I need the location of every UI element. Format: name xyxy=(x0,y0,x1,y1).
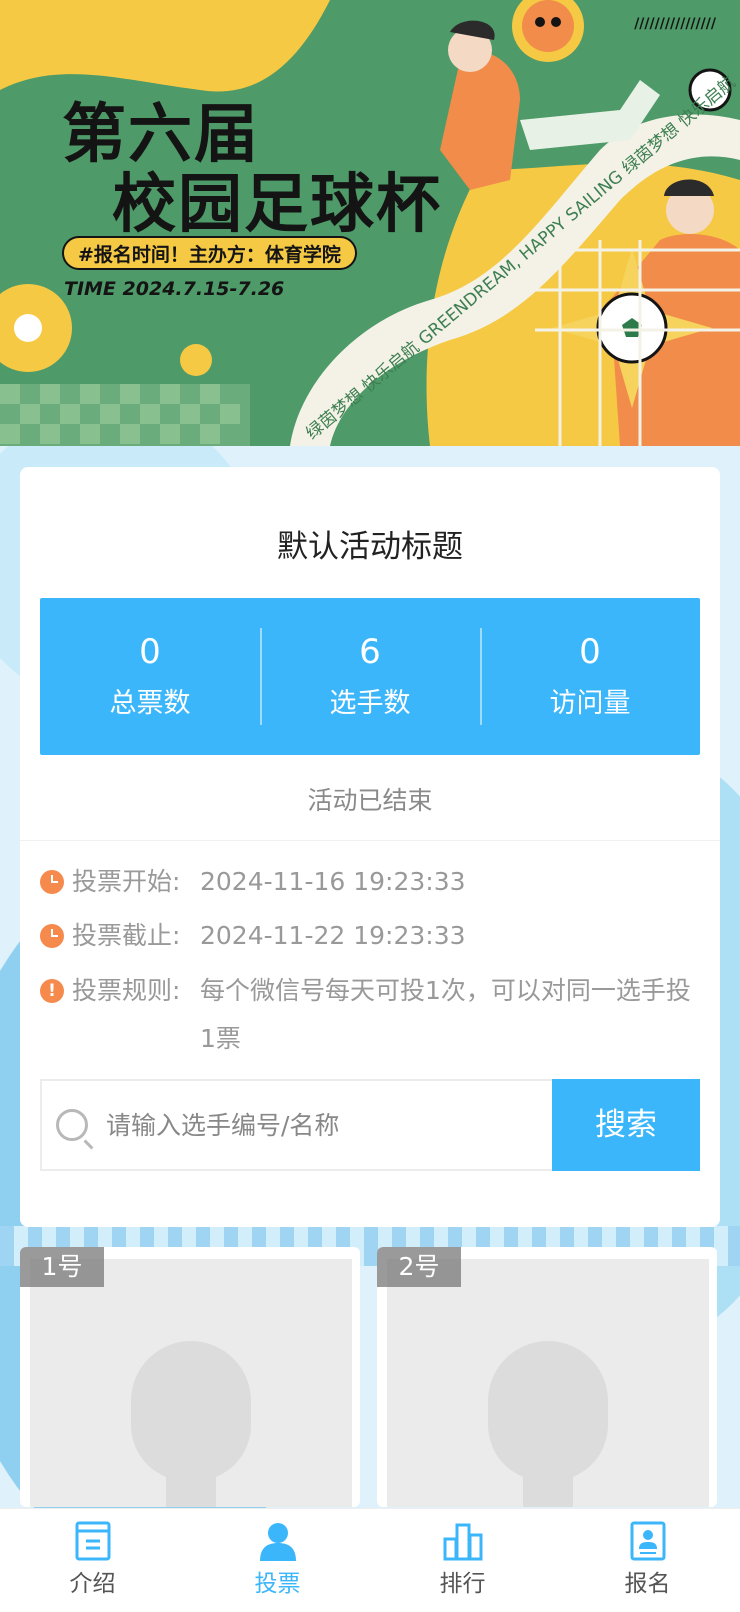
avatar-neck xyxy=(166,1459,216,1507)
banner-tag: #报名时间！主办方：体育学院 xyxy=(62,236,357,270)
activity-title: 默认活动标题 xyxy=(277,529,463,565)
vote-start-label: 投票开始: xyxy=(72,867,181,896)
ranking-icon xyxy=(443,1523,482,1561)
banner-title-line2: 校园足球杯 xyxy=(112,168,442,242)
avatar-neck xyxy=(523,1459,573,1507)
tab-signup[interactable]: 报名 xyxy=(555,1509,740,1612)
search-input[interactable] xyxy=(106,1081,536,1169)
search-icon xyxy=(56,1109,88,1141)
activity-status: 活动已结束 xyxy=(307,786,433,815)
stat-contestants: 6 选手数 xyxy=(260,598,480,755)
vote-end-label: 投票截止: xyxy=(72,921,181,950)
signup-icon xyxy=(630,1521,665,1561)
tab-label: 介绍 xyxy=(69,1571,116,1597)
contestant-photo-placeholder xyxy=(30,1259,352,1507)
banner-stripes: //////////////// xyxy=(634,16,716,32)
contestant-photo-placeholder xyxy=(387,1259,709,1507)
vote-end-value: 2024-11-22 19:23:33 xyxy=(200,921,466,950)
vote-start-row: 投票开始: 2024-11-16 19:23:33 xyxy=(40,858,700,906)
user-icon xyxy=(259,1523,296,1561)
contestant-card[interactable]: 1号 xyxy=(20,1247,360,1507)
contestant-card[interactable]: 2号 xyxy=(377,1247,717,1507)
search-bar: 搜索 xyxy=(40,1079,700,1171)
bottom-tab-bar: 介绍 投票 排行 报名 xyxy=(0,1508,740,1612)
stat-value: 0 xyxy=(139,632,161,672)
activity-card: 默认活动标题 0 总票数 6 选手数 0 访问量 活动已结束 投票开始: 202… xyxy=(20,467,720,1227)
divider xyxy=(20,840,720,841)
clock-icon xyxy=(40,924,64,948)
tab-label: 排行 xyxy=(439,1571,486,1597)
stat-label: 访问量 xyxy=(549,688,631,719)
stat-label: 选手数 xyxy=(329,688,411,719)
tab-label: 投票 xyxy=(254,1571,301,1597)
vote-start-value: 2024-11-16 19:23:33 xyxy=(200,867,466,896)
vote-rules-row: ! 投票规则: 每个微信号每天可投1次，可以对同一选手投1票 xyxy=(40,967,700,1063)
search-button[interactable]: 搜索 xyxy=(552,1079,700,1171)
vote-rules-value: 每个微信号每天可投1次，可以对同一选手投1票 xyxy=(200,976,691,1053)
stat-total-votes: 0 总票数 xyxy=(40,598,260,755)
banner-time: TIME 2024.7.15-7.26 xyxy=(64,278,285,300)
stat-value: 0 xyxy=(579,632,601,672)
tab-label: 报名 xyxy=(624,1571,671,1597)
stat-value: 6 xyxy=(359,632,381,672)
vote-rules-label: 投票规则: xyxy=(72,976,181,1005)
contestant-number-badge: 1号 xyxy=(20,1247,104,1287)
tab-vote[interactable]: 投票 xyxy=(185,1509,370,1612)
vote-end-row: 投票截止: 2024-11-22 19:23:33 xyxy=(40,912,700,960)
intro-icon xyxy=(75,1521,110,1561)
stat-label: 总票数 xyxy=(109,688,191,719)
banner-title: 第六届 校园足球杯 xyxy=(62,100,442,240)
banner-title-line1: 第六届 xyxy=(62,98,260,172)
contestant-number-badge: 2号 xyxy=(377,1247,461,1287)
stats-panel: 0 总票数 6 选手数 0 访问量 xyxy=(40,598,700,755)
activity-banner: 绿茵梦想 快乐启航 GREENDREAM, HAPPY SAILING 绿茵梦想… xyxy=(0,0,740,446)
tab-ranking[interactable]: 排行 xyxy=(370,1509,555,1612)
clock-icon xyxy=(40,870,64,894)
alert-icon: ! xyxy=(40,979,64,1003)
tab-intro[interactable]: 介绍 xyxy=(0,1509,185,1612)
stat-visits: 0 访问量 xyxy=(480,598,700,755)
